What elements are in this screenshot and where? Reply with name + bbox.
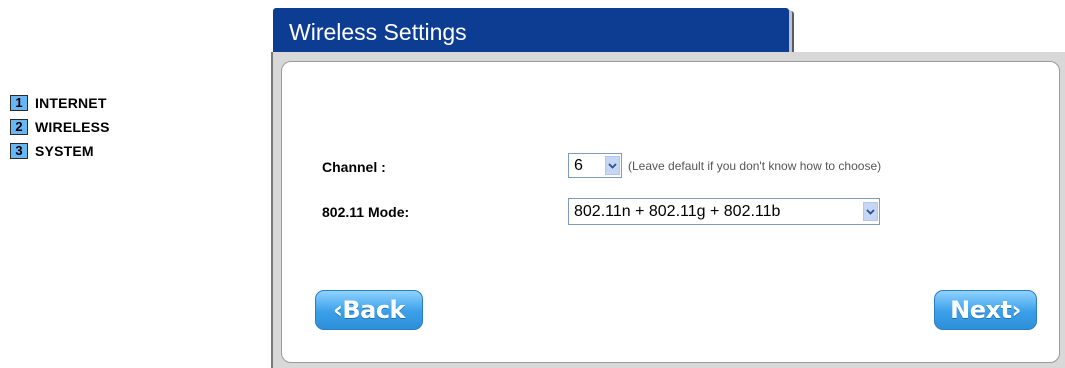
channel-hint: (Leave default if you don't know how to …	[628, 159, 882, 173]
next-button[interactable]: Next›	[934, 290, 1037, 330]
mode-value: 802.11n + 802.11g + 802.11b	[574, 202, 781, 220]
step-number-badge: 1	[10, 95, 28, 111]
step-nav: 1 INTERNET 2 WIRELESS 3 SYSTEM	[10, 93, 110, 165]
step-wireless[interactable]: 2 WIRELESS	[10, 117, 110, 137]
page-title: Wireless Settings	[289, 19, 467, 45]
step-internet[interactable]: 1 INTERNET	[10, 93, 110, 113]
channel-select[interactable]: 6	[568, 153, 622, 178]
step-system[interactable]: 3 SYSTEM	[10, 141, 110, 161]
wizard-page: 1 INTERNET 2 WIRELESS 3 SYSTEM Wireless …	[0, 0, 1065, 368]
settings-panel: Channel : 6 (Leave default if you don't …	[281, 61, 1060, 363]
chevron-down-icon[interactable]	[863, 202, 878, 221]
channel-label: Channel :	[322, 159, 386, 175]
chevron-down-icon[interactable]	[605, 156, 620, 175]
step-label: WIRELESS	[35, 119, 110, 135]
step-number-badge: 2	[10, 119, 28, 135]
step-label: INTERNET	[35, 95, 107, 111]
mode-select[interactable]: 802.11n + 802.11g + 802.11b	[568, 198, 880, 225]
channel-value: 6	[574, 156, 583, 174]
step-number-badge: 3	[10, 143, 28, 159]
back-button[interactable]: ‹Back	[315, 290, 423, 330]
mode-label: 802.11 Mode:	[322, 204, 410, 220]
step-label: SYSTEM	[35, 143, 94, 159]
title-bar: Wireless Settings	[273, 8, 789, 52]
